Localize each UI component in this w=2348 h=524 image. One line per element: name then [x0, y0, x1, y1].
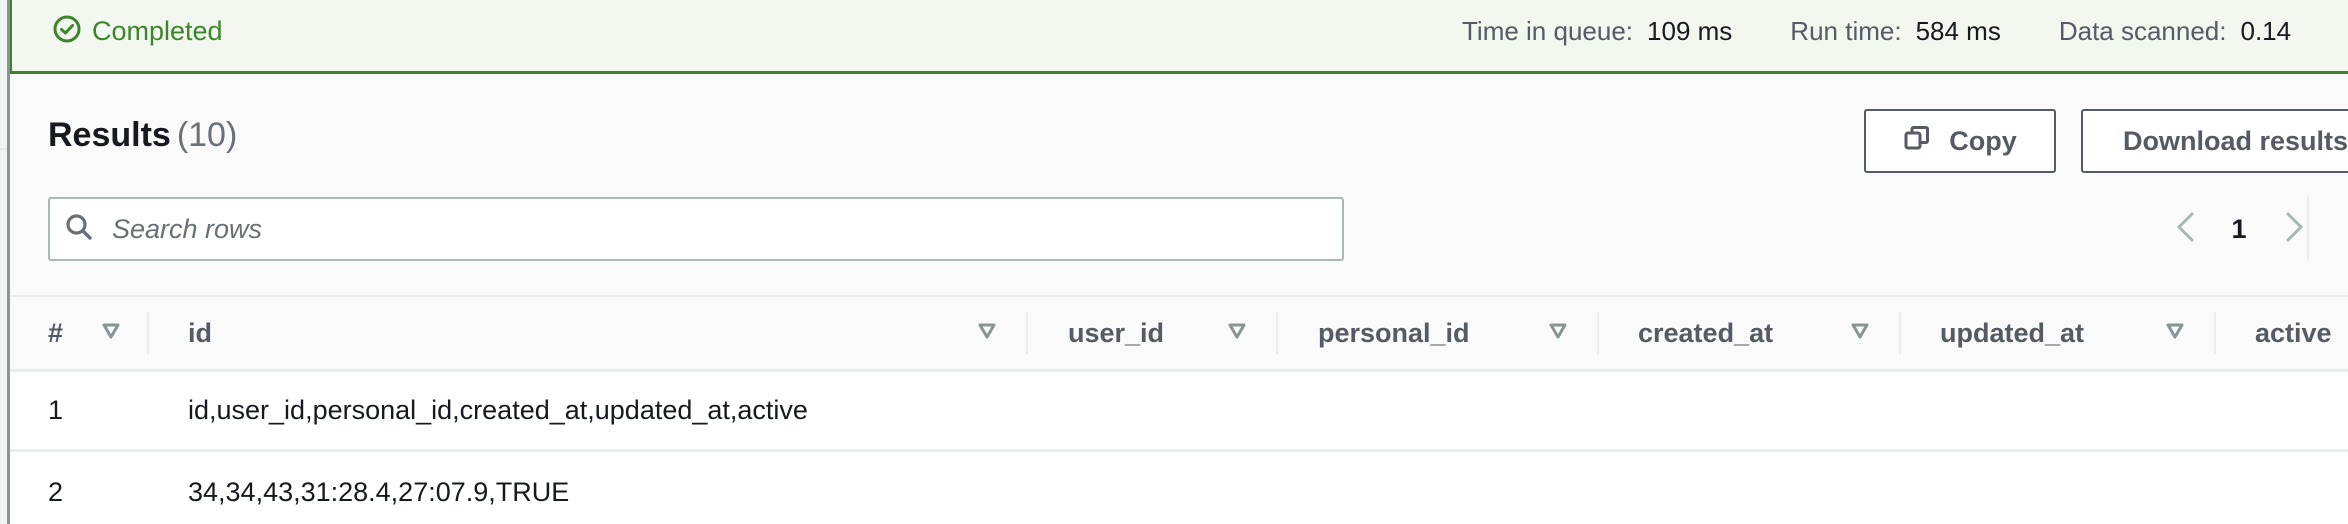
status-label: Completed [92, 15, 223, 46]
column-filter-button[interactable] [1547, 321, 1569, 345]
gutter-divider [0, 148, 7, 150]
results-table: # id user_id personal_id created_at upda… [10, 295, 2348, 524]
id-cell: id,user_id,personal_id,created_at,update… [188, 395, 808, 425]
results-heading: Results (10) [48, 116, 237, 155]
query-status-banner: Completed Time in queue: 109 ms Run time… [10, 0, 2348, 74]
column-filter-button[interactable] [2164, 321, 2186, 345]
current-page-number[interactable]: 1 [2224, 197, 2254, 261]
column-header-active[interactable]: active [2255, 297, 2332, 369]
filter-triangle-icon [978, 323, 996, 344]
filter-triangle-icon [2166, 323, 2184, 344]
pagination-divider [2307, 196, 2309, 260]
column-divider[interactable] [1026, 312, 1028, 354]
table-row: 2 34,34,43,31:28.4,27:07.9,TRUE [10, 452, 2348, 524]
column-header-personal-id[interactable]: personal_id [1318, 297, 1470, 369]
results-count: (10) [176, 116, 238, 154]
column-divider[interactable] [147, 312, 149, 354]
metric-time-in-queue: Time in queue: 109 ms [1462, 16, 1732, 47]
search-input[interactable] [112, 213, 1312, 245]
query-metrics: Time in queue: 109 ms Run time: 584 ms D… [1462, 14, 2348, 48]
download-button-label: Download results [2123, 125, 2348, 156]
metric-value: 109 ms [1647, 15, 1733, 46]
search-rows-field[interactable] [48, 197, 1344, 261]
filter-triangle-icon [102, 323, 120, 344]
chevron-right-icon [2282, 210, 2306, 249]
id-cell: 34,34,43,31:28.4,27:07.9,TRUE [188, 476, 570, 507]
metric-data-scanned: Data scanned: 0.14 [2059, 16, 2291, 47]
metric-run-time: Run time: 584 ms [1790, 16, 2001, 47]
column-divider[interactable] [1276, 312, 1278, 354]
copy-button-label: Copy [1949, 125, 2017, 156]
column-header-updated-at[interactable]: updated_at [1940, 297, 2084, 369]
metric-value: 584 ms [1915, 15, 2001, 46]
metric-label: Data scanned: [2058, 15, 2227, 46]
column-divider[interactable] [1899, 312, 1901, 354]
row-number-cell: 1 [48, 395, 64, 425]
results-title: Results [48, 116, 171, 154]
column-header-id[interactable]: id [188, 297, 212, 369]
chevron-left-icon [2174, 210, 2198, 249]
row-number-cell: 2 [48, 476, 64, 507]
status-indicator: Completed [52, 14, 223, 48]
column-header-user-id[interactable]: user_id [1068, 297, 1164, 369]
column-divider[interactable] [2214, 312, 2216, 354]
download-results-button[interactable]: Download results [2081, 109, 2348, 173]
column-header-created-at[interactable]: created_at [1638, 297, 1773, 369]
column-filter-button[interactable] [1226, 321, 1248, 345]
column-header-row-number[interactable]: # [48, 297, 63, 369]
column-filter-button[interactable] [976, 321, 998, 345]
column-filter-button[interactable] [100, 321, 122, 345]
check-circle-icon [52, 14, 82, 49]
copy-button[interactable]: Copy [1864, 109, 2056, 173]
copy-icon [1903, 124, 1949, 159]
filter-triangle-icon [1549, 323, 1567, 344]
column-divider[interactable] [1597, 312, 1599, 354]
column-filter-button[interactable] [1849, 321, 1871, 345]
metric-label: Time in queue: [1462, 15, 1634, 46]
table-row: 1 id,user_id,personal_id,created_at,upda… [10, 372, 2348, 452]
table-header: # id user_id personal_id created_at upda… [10, 295, 2348, 372]
metric-label: Run time: [1790, 15, 1902, 46]
outer-gutter [0, 0, 7, 524]
filter-triangle-icon [1851, 323, 1869, 344]
filter-triangle-icon [1228, 323, 1246, 344]
previous-page-button[interactable] [2168, 197, 2204, 261]
search-icon [50, 212, 94, 247]
metric-value: 0.14 [2240, 15, 2292, 46]
